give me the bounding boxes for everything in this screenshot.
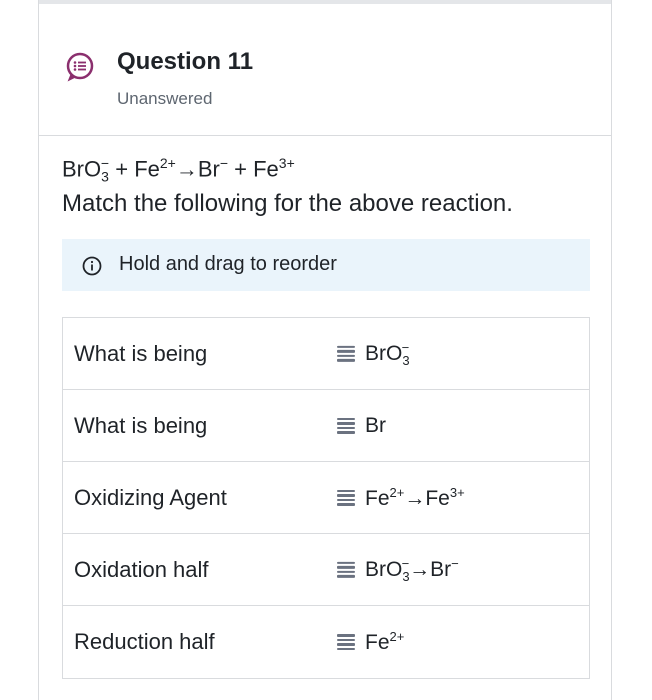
answer-text: Fe2+→Fe3+ <box>365 484 465 510</box>
drag-handle-icon[interactable] <box>337 634 355 650</box>
question-list-icon <box>65 52 95 82</box>
drag-hint-banner: Hold and drag to reorder <box>62 239 590 291</box>
answer-text: Br <box>365 413 386 437</box>
card-top-border <box>39 0 611 4</box>
question-title: Question 11 <box>117 48 254 75</box>
match-row: Reduction half Fe2+ <box>63 606 589 678</box>
match-prompt-label: Oxidizing Agent <box>74 484 227 510</box>
drag-handle-icon[interactable] <box>337 489 355 506</box>
draggable-answer-item[interactable]: Fe2+→Fe3+ <box>337 485 465 511</box>
draggable-answer-item[interactable]: Br <box>337 414 386 438</box>
match-prompt-label: What is being <box>74 412 208 438</box>
info-icon <box>82 256 102 276</box>
drag-hint-text: Hold and drag to reorder <box>119 253 337 275</box>
draggable-answer-item[interactable]: Fe2+ <box>337 629 404 655</box>
match-prompt-label: What is being <box>74 340 208 366</box>
match-row: What is being Br <box>63 390 589 462</box>
answer-text: BrO3− <box>365 339 410 368</box>
header-divider <box>39 135 611 136</box>
match-row: What is being BrO3− <box>63 318 589 390</box>
match-prompt-label: Oxidation half <box>74 556 209 582</box>
answer-text: BrO3−→Br− <box>365 555 459 584</box>
match-row: Oxidizing Agent Fe2+→Fe3+ <box>63 462 589 534</box>
answer-text: Fe2+ <box>365 629 405 654</box>
matching-table: What is being BrO3− What is being Br Oxi… <box>62 317 590 679</box>
match-row: Oxidation half BrO3−→Br− <box>63 534 589 606</box>
reaction-equation: BrO3− + Fe2+→Br− + Fe3+ <box>62 155 295 185</box>
drag-handle-icon[interactable] <box>337 417 355 434</box>
draggable-answer-item[interactable]: BrO3− <box>337 339 410 368</box>
question-card: Question 11 Unanswered BrO3− + Fe2+→Br− … <box>38 0 612 700</box>
question-prompt: Match the following for the above reacti… <box>62 190 513 217</box>
match-prompt-label: Reduction half <box>74 629 215 654</box>
drag-handle-icon[interactable] <box>337 561 355 578</box>
drag-handle-icon[interactable] <box>337 345 355 362</box>
question-status: Unanswered <box>117 89 213 108</box>
draggable-answer-item[interactable]: BrO3−→Br− <box>337 555 459 584</box>
